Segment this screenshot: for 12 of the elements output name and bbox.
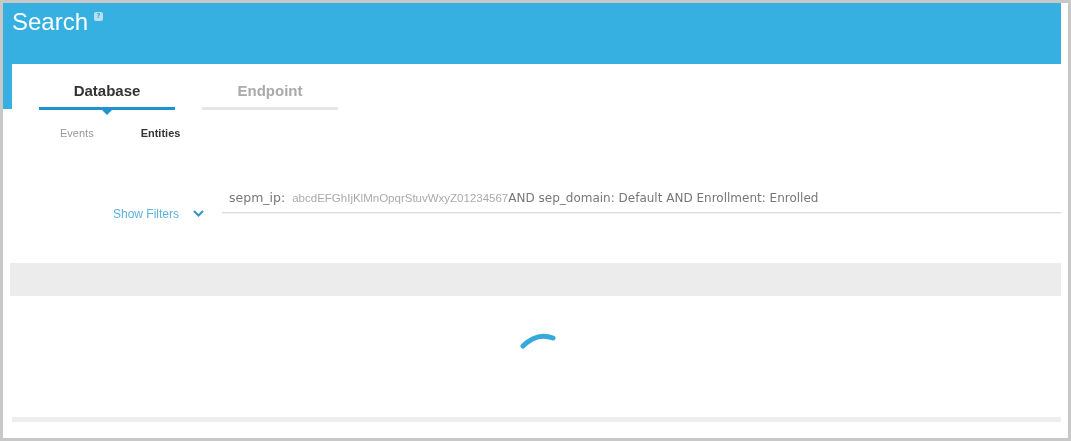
query-field[interactable]: sepm_ip: abcdEFGhIjKlMnOpqrStuvWxyZ01234567AND sep_domain: Default AND Enrollment: Enrolled (222, 176, 1061, 213)
tab[interactable]: Endpoint (202, 76, 338, 110)
chevron-icon (193, 210, 205, 217)
show-filters-toggle[interactable]: Show Filters (113, 204, 205, 223)
page-title: Search (12, 7, 89, 37)
query-value: abcdEFGhIjKlMnOpqrStuvWxyZ01234567 (292, 190, 509, 206)
tab-pointer-icon (102, 110, 112, 115)
query-text: AND sep_domain: Default AND Enrollment: Enrolled (508, 189, 819, 207)
subtab[interactable]: Events (60, 125, 94, 142)
query-key: sepm_ip: (229, 188, 286, 208)
tab[interactable]: Database (39, 76, 175, 110)
subtab[interactable]: Entities (140, 125, 181, 142)
